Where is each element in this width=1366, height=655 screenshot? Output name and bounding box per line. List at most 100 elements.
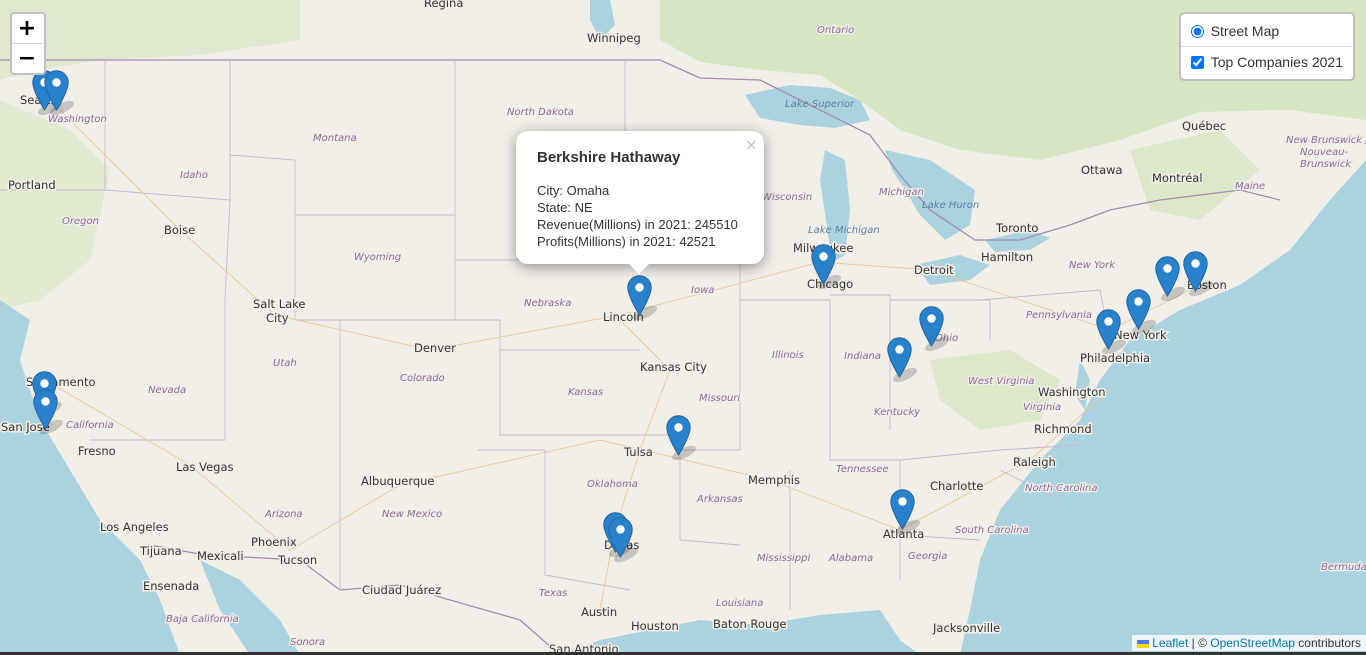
svg-text:Portland: Portland bbox=[8, 178, 56, 192]
overlay-layer-option[interactable]: Top Companies 2021 bbox=[1189, 51, 1343, 73]
top-companies-checkbox[interactable] bbox=[1190, 55, 1204, 69]
svg-text:City: City bbox=[266, 311, 289, 325]
marker-boston[interactable] bbox=[1183, 251, 1208, 292]
marker-new-york[interactable] bbox=[1126, 289, 1151, 330]
popup-tip bbox=[629, 264, 649, 274]
svg-text:Washington: Washington bbox=[1038, 385, 1106, 399]
leaflet-link[interactable]: Leaflet bbox=[1152, 636, 1188, 650]
svg-text:Ottawa: Ottawa bbox=[1081, 163, 1123, 177]
svg-text:Sonora: Sonora bbox=[290, 637, 325, 648]
svg-text:North Carolina: North Carolina bbox=[1025, 483, 1098, 494]
attribution-suffix: contributors bbox=[1294, 636, 1361, 650]
svg-text:Bermuda: Bermuda bbox=[1321, 562, 1366, 573]
marker-connecticut[interactable] bbox=[1155, 256, 1180, 297]
top-companies-label: Top Companies 2021 bbox=[1210, 54, 1343, 70]
svg-text:Montana: Montana bbox=[313, 133, 357, 144]
map-pin-icon bbox=[44, 70, 69, 111]
svg-text:Kentucky: Kentucky bbox=[874, 407, 921, 418]
map-pin-icon bbox=[811, 244, 836, 285]
marker-dallas-2[interactable] bbox=[608, 517, 633, 558]
svg-text:Raleigh: Raleigh bbox=[1013, 455, 1056, 469]
map-pin-icon bbox=[1155, 256, 1180, 297]
ukraine-flag-icon bbox=[1137, 639, 1150, 648]
svg-text:Arizona: Arizona bbox=[264, 509, 303, 520]
svg-text:North Dakota: North Dakota bbox=[507, 107, 574, 118]
svg-text:Arkansas: Arkansas bbox=[696, 494, 743, 505]
svg-text:Regina: Regina bbox=[424, 0, 463, 10]
svg-text:Nevada: Nevada bbox=[148, 385, 186, 396]
svg-text:Mexicali: Mexicali bbox=[197, 549, 244, 563]
marker-atlanta[interactable] bbox=[890, 489, 915, 530]
map-pin-icon bbox=[1096, 309, 1121, 350]
svg-text:Charlotte: Charlotte bbox=[930, 479, 983, 493]
svg-text:Wyoming: Wyoming bbox=[354, 252, 401, 263]
svg-text:Los Angeles: Los Angeles bbox=[100, 520, 169, 534]
svg-text:Memphis: Memphis bbox=[748, 473, 800, 487]
popup-profits: Profits(Millions) in 2021: 42521 bbox=[537, 234, 716, 249]
svg-text:Lake Superior: Lake Superior bbox=[785, 99, 855, 110]
svg-text:Las Vegas: Las Vegas bbox=[176, 460, 234, 474]
svg-text:Missouri: Missouri bbox=[699, 393, 740, 404]
map-container[interactable]: Regina Winnipeg Seattle Portland Boise S… bbox=[0, 0, 1366, 655]
svg-text:Mississippi: Mississippi bbox=[757, 553, 810, 564]
marker-seattle-2[interactable] bbox=[44, 70, 69, 111]
attribution: Leaflet | © OpenStreetMap contributors bbox=[1132, 635, 1366, 651]
marker-ohio[interactable] bbox=[919, 306, 944, 347]
svg-text:Ontario: Ontario bbox=[817, 25, 854, 36]
svg-text:Ensenada: Ensenada bbox=[143, 579, 199, 593]
svg-text:South Carolina: South Carolina bbox=[955, 525, 1029, 536]
map-pin-icon bbox=[887, 337, 912, 378]
svg-text:Lake Michigan: Lake Michigan bbox=[808, 225, 880, 236]
svg-text:Phoenix: Phoenix bbox=[251, 535, 297, 549]
popup-title: Berkshire Hathaway bbox=[537, 149, 681, 166]
company-popup: × Berkshire Hathaway City: Omaha State: … bbox=[516, 131, 764, 274]
svg-text:Michigan: Michigan bbox=[879, 187, 924, 198]
svg-text:Winnipeg: Winnipeg bbox=[587, 31, 641, 45]
svg-text:Pennsylvania: Pennsylvania bbox=[1026, 310, 1092, 321]
layers-separator bbox=[1180, 46, 1353, 47]
svg-text:Tucson: Tucson bbox=[277, 553, 317, 567]
svg-text:Nebraska: Nebraska bbox=[524, 298, 571, 309]
svg-text:Baja California: Baja California bbox=[166, 614, 239, 625]
base-layer-option[interactable]: Street Map bbox=[1189, 20, 1343, 42]
map-pin-icon bbox=[608, 517, 633, 558]
svg-text:Colorado: Colorado bbox=[400, 373, 445, 384]
svg-text:Lake Huron: Lake Huron bbox=[922, 200, 979, 211]
svg-text:New Mexico: New Mexico bbox=[382, 509, 442, 520]
svg-text:Louisiana: Louisiana bbox=[716, 598, 763, 609]
svg-text:Idaho: Idaho bbox=[180, 170, 208, 181]
svg-text:Tennessee: Tennessee bbox=[836, 464, 889, 475]
map-pin-icon bbox=[890, 489, 915, 530]
osm-link[interactable]: OpenStreetMap bbox=[1210, 636, 1295, 650]
svg-text:Hamilton: Hamilton bbox=[981, 250, 1033, 264]
map-pin-icon bbox=[627, 275, 652, 316]
street-map-radio[interactable] bbox=[1190, 24, 1204, 38]
svg-text:Tulsa: Tulsa bbox=[623, 445, 653, 459]
map-pin-icon bbox=[1183, 251, 1208, 292]
marker-milwaukee[interactable] bbox=[811, 244, 836, 285]
svg-text:Maine: Maine bbox=[1235, 181, 1265, 192]
popup-revenue: Revenue(Millions) in 2021: 245510 bbox=[537, 217, 738, 232]
zoom-out-button[interactable]: − bbox=[12, 43, 42, 73]
svg-text:Nouveau-: Nouveau- bbox=[1300, 147, 1348, 158]
svg-text:Québec: Québec bbox=[1182, 119, 1226, 133]
svg-text:New Brunswick /: New Brunswick / bbox=[1286, 135, 1366, 146]
svg-text:Baton Rouge: Baton Rouge bbox=[713, 617, 787, 631]
svg-text:Kansas City: Kansas City bbox=[640, 360, 707, 374]
popup-close-button[interactable]: × bbox=[745, 135, 758, 154]
marker-bentonville[interactable] bbox=[666, 415, 691, 456]
svg-text:Virginia: Virginia bbox=[1023, 402, 1061, 413]
zoom-in-button[interactable]: + bbox=[12, 14, 42, 43]
svg-text:Austin: Austin bbox=[581, 605, 617, 619]
marker-indiana[interactable] bbox=[887, 337, 912, 378]
marker-philadelphia[interactable] bbox=[1096, 309, 1121, 350]
svg-text:Albuquerque: Albuquerque bbox=[361, 474, 435, 488]
marker-san-jose[interactable] bbox=[33, 389, 58, 430]
layers-control: Street Map Top Companies 2021 bbox=[1178, 12, 1355, 81]
map-pin-icon bbox=[33, 389, 58, 430]
svg-text:Alabama: Alabama bbox=[828, 553, 873, 564]
popup-city: City: Omaha bbox=[537, 183, 610, 198]
svg-text:West Virginia: West Virginia bbox=[968, 376, 1034, 387]
map-pin-icon bbox=[919, 306, 944, 347]
marker-omaha[interactable] bbox=[627, 275, 652, 316]
